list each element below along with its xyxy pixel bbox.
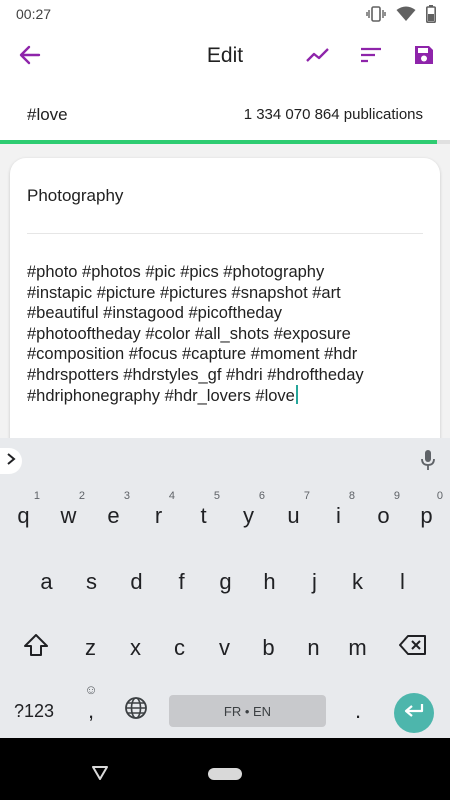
comma-key[interactable]: ☺ , (71, 682, 111, 732)
key-m[interactable]: m (335, 622, 380, 674)
key-t[interactable]: 5t (181, 490, 226, 542)
chevron-right-icon (6, 452, 16, 471)
key-hint: 4 (168, 490, 175, 502)
keyboard: 1q 2w 3e 4r 5t 6y 7u 8i 9o 0p a s d f g … (0, 438, 450, 738)
status-time: 00:27 (16, 6, 52, 22)
stats-button[interactable] (302, 41, 334, 73)
hashtag-text-area[interactable]: #photo #photos #pic #pics #photography #… (27, 262, 427, 407)
enter-icon (403, 703, 425, 724)
keyboard-toolbar (0, 438, 450, 484)
symbols-key[interactable]: ?123 (4, 690, 64, 732)
content-area: Photography #photo #photos #pic #pics #p… (0, 144, 450, 458)
backspace-icon (398, 634, 427, 662)
key-hint: 2 (78, 490, 85, 502)
text-line: #composition #focus #capture #moment #hd… (27, 345, 358, 363)
key-z[interactable]: z (68, 622, 113, 674)
key-q[interactable]: 1q (1, 490, 46, 542)
emoji-icon: ☺ (84, 682, 98, 697)
key-x[interactable]: x (113, 622, 158, 674)
key-hint: 3 (123, 490, 130, 502)
key-n[interactable]: n (291, 622, 336, 674)
vibrate-icon (366, 5, 386, 23)
key-k[interactable]: k (335, 556, 380, 608)
text-line: #hdrspotters #hdrstyles_gf #hdri #hdroft… (27, 365, 364, 384)
key-hint: 9 (393, 490, 400, 502)
key-hint: 8 (348, 490, 355, 502)
key-e[interactable]: 3e (91, 490, 136, 542)
app-bar: Edit (0, 28, 450, 86)
key-l[interactable]: l (380, 556, 425, 608)
microphone-button[interactable] (416, 449, 440, 476)
key-g[interactable]: g (203, 556, 248, 608)
key-hint: 5 (213, 490, 220, 502)
key-j[interactable]: j (292, 556, 337, 608)
key-a[interactable]: a (24, 556, 69, 608)
trending-icon (306, 47, 330, 68)
card-divider (27, 233, 423, 234)
key-hint: 0 (436, 490, 443, 502)
enter-key[interactable] (394, 693, 434, 733)
microphone-icon (420, 449, 436, 476)
text-line: #photooftheday #color #all_shots #exposu… (27, 324, 351, 343)
card-title[interactable]: Photography (27, 186, 123, 206)
key-y[interactable]: 6y (226, 490, 271, 542)
wifi-icon (396, 6, 416, 22)
status-icons (366, 5, 436, 23)
text-line-last: #hdriphonegraphy #hdr_lovers #love (27, 385, 427, 407)
text-cursor (295, 385, 298, 404)
key-hint: 7 (303, 490, 310, 502)
key-r[interactable]: 4r (136, 490, 181, 542)
publication-count: 1 334 070 864 publications (243, 106, 423, 123)
navigation-bar (0, 738, 450, 800)
key-o[interactable]: 9o (361, 490, 406, 542)
key-w[interactable]: 2w (46, 490, 91, 542)
backspace-key[interactable] (390, 622, 435, 674)
save-button[interactable] (408, 41, 440, 73)
text-line: #instapic #picture #pictures #snapshot #… (27, 283, 341, 302)
nav-back-button[interactable] (92, 766, 108, 785)
key-hint: 1 (33, 490, 40, 502)
period-key[interactable]: . (338, 690, 378, 732)
nav-home-button[interactable] (208, 768, 242, 780)
status-bar: 00:27 (0, 0, 450, 28)
hashtag-header: #love 1 334 070 864 publications (0, 86, 450, 140)
language-key[interactable] (116, 690, 156, 732)
text-line: #hdriphonegraphy #hdr_lovers #love (27, 387, 295, 405)
text-line: #photo #photos #pic #pics #photography (27, 263, 325, 281)
key-f[interactable]: f (159, 556, 204, 608)
key-s[interactable]: s (69, 556, 114, 608)
hashtag-name: #love (27, 105, 68, 124)
shift-icon (23, 633, 49, 663)
key-u[interactable]: 7u (271, 490, 316, 542)
key-hint: 6 (258, 490, 265, 502)
hashtag-card: Photography #photo #photos #pic #pics #p… (10, 158, 440, 458)
battery-icon (426, 5, 436, 23)
key-p[interactable]: 0p (404, 490, 449, 542)
key-i[interactable]: 8i (316, 490, 361, 542)
save-icon (413, 44, 435, 71)
key-h[interactable]: h (247, 556, 292, 608)
globe-icon (124, 696, 148, 726)
sort-button[interactable] (355, 41, 387, 73)
key-b[interactable]: b (246, 622, 291, 674)
keyboard-expand-button[interactable] (0, 448, 22, 474)
nav-back-icon (92, 766, 108, 784)
sort-icon (360, 47, 382, 68)
key-v[interactable]: v (202, 622, 247, 674)
key-d[interactable]: d (114, 556, 159, 608)
key-c[interactable]: c (157, 622, 202, 674)
shift-key[interactable] (13, 622, 58, 674)
text-line: #beautiful #instagood #picoftheday (27, 304, 283, 322)
spacebar[interactable]: FR • EN (169, 695, 326, 727)
